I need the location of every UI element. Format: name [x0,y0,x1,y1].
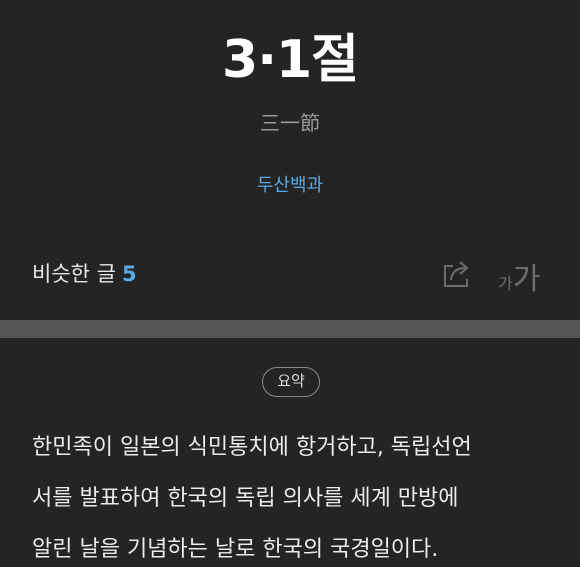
summary-text: 한민족이 일본의 식민통치에 항거하고, 독립선언 서를 발표하여 한국의 독립… [32,422,562,567]
summary-line: 한민족이 일본의 식민통치에 항거하고, 독립선언 [32,435,472,460]
share-button[interactable] [440,258,474,290]
article-title: 3·1절 [222,30,359,90]
source-link[interactable]: 두산백과 [0,172,580,200]
font-size-button[interactable]: 가가 [498,254,541,297]
summary-line: 알린 날을 기념하는 날로 한국의 국경일이다. [32,537,439,562]
section-divider [0,320,580,338]
article-hanja: 三一節 [260,111,320,135]
similar-articles-count: 5 [121,262,137,286]
share-icon [444,261,469,287]
font-size-small-label: 가 [498,274,513,293]
summary-badge: 요약 [262,367,320,397]
summary-line: 서를 발표하여 한국의 독립 의사를 세계 만방에 [32,486,459,511]
similar-articles-button[interactable]: 비슷한 글5 [32,258,137,290]
article-page: 3·1절 三一節 두산백과 비슷한 글5 가가 요약 한민족이 일본의 식민통치… [0,0,580,567]
similar-articles-label: 비슷한 글 [32,262,116,286]
font-size-large-label: 가 [512,262,541,297]
